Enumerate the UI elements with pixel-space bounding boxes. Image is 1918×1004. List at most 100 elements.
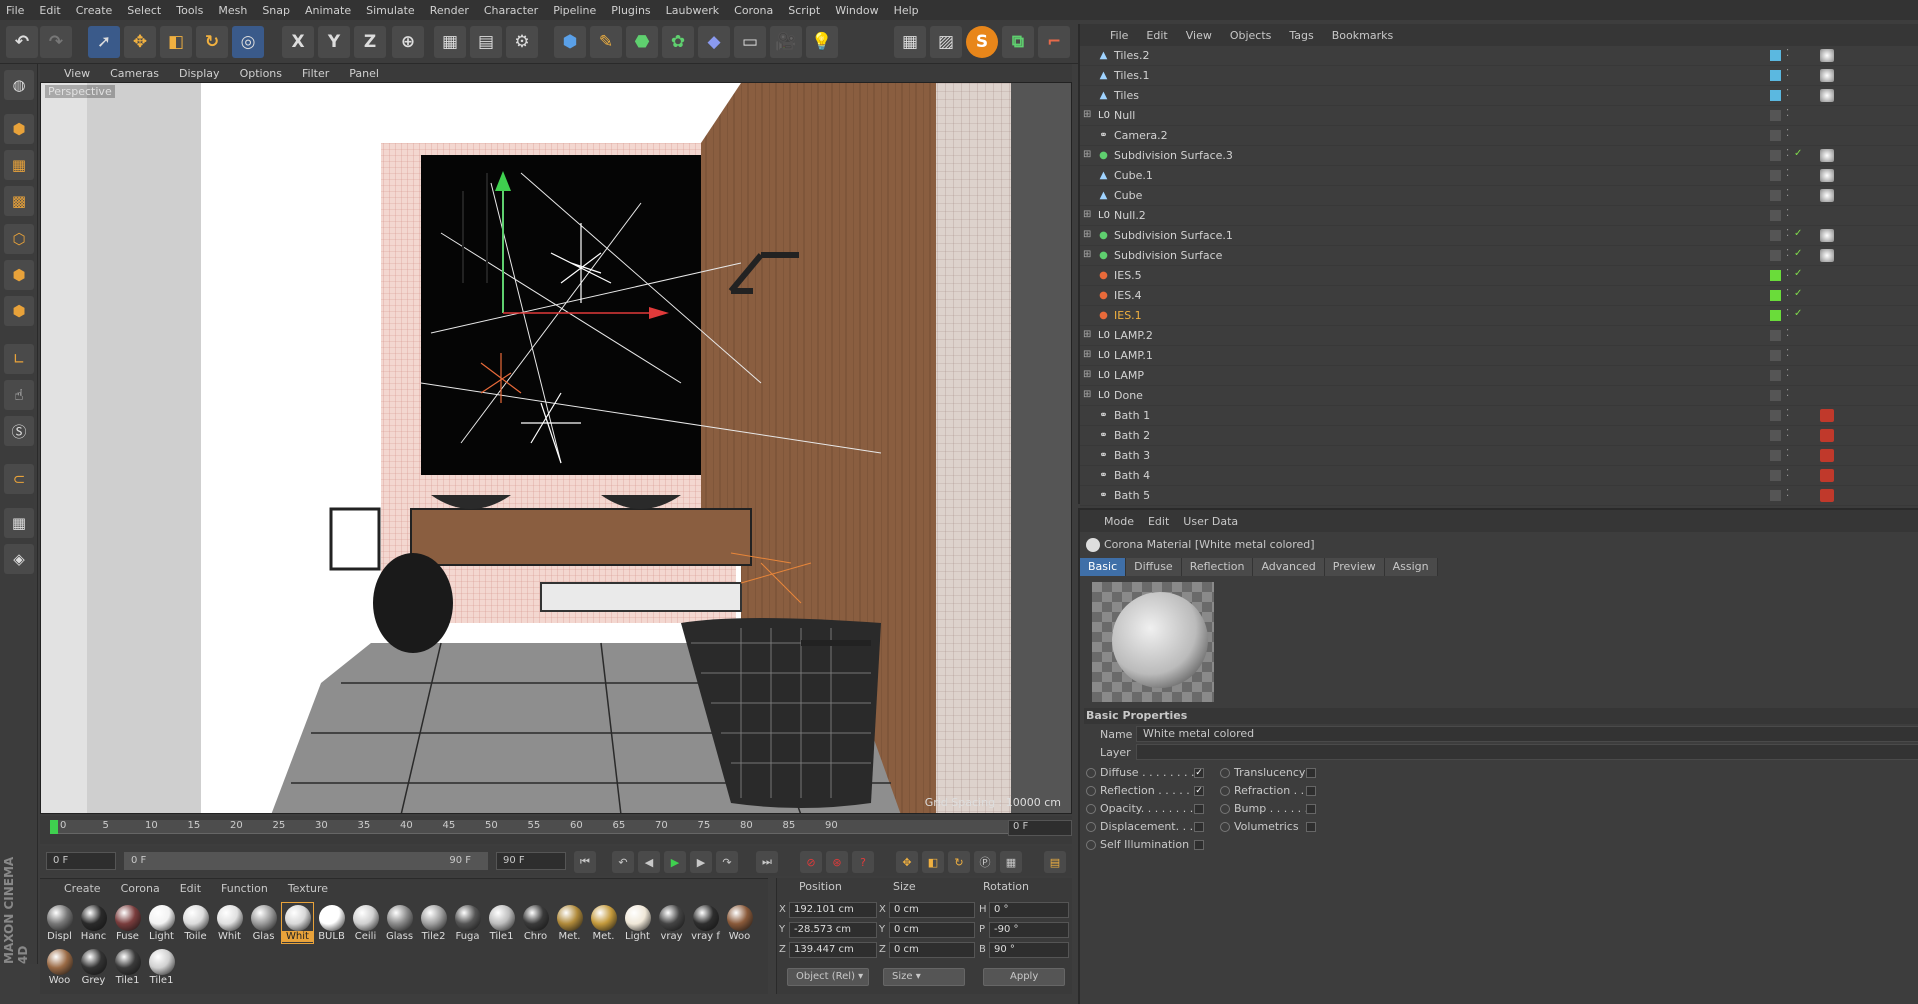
camera-tag-icon[interactable]	[1820, 449, 1834, 462]
enabled-check-icon[interactable]: ✓	[1794, 148, 1802, 159]
object-row[interactable]: ▲ Cube ⁚	[1080, 186, 1918, 206]
tab-diffuse[interactable]: Diffuse	[1126, 558, 1182, 576]
visibility-dots-icon[interactable]: ⁚	[1786, 368, 1789, 379]
channel-checkbox[interactable]	[1194, 822, 1204, 832]
snap-grid-icon[interactable]: ▦	[894, 26, 926, 58]
enabled-check-icon[interactable]: ✓	[1794, 248, 1802, 259]
render-settings-icon[interactable]: ⚙	[506, 26, 538, 58]
scale-tool-icon[interactable]: ◧	[160, 26, 192, 58]
channel-radio[interactable]	[1220, 786, 1230, 796]
material-menu-edit[interactable]: Edit	[180, 882, 201, 895]
layer-color-swatch[interactable]	[1770, 90, 1781, 101]
channel-checkbox[interactable]	[1306, 804, 1316, 814]
make-editable-icon[interactable]: ◍	[4, 70, 34, 100]
material-tag-icon[interactable]	[1820, 169, 1834, 182]
material-menu-corona[interactable]: Corona	[121, 882, 160, 895]
object-row[interactable]: ⊞ L0 LAMP.1 ⁚	[1080, 346, 1918, 366]
material-tag-icon[interactable]	[1820, 189, 1834, 202]
viewport-3d[interactable]: Perspective Grid Spacing : 10000 cm	[40, 82, 1072, 814]
object-row[interactable]: ● IES.4 ⁚ ✓	[1080, 286, 1918, 306]
enabled-check-icon[interactable]: ✓	[1794, 288, 1802, 299]
coordinate-mode-dropdown[interactable]: Object (Rel) ▾	[787, 968, 869, 986]
material-swatch[interactable]: vray f	[690, 903, 721, 943]
keyframe-selection-icon[interactable]: ?	[852, 851, 874, 873]
object-menu-objects[interactable]: Objects	[1230, 29, 1272, 42]
expand-icon[interactable]: ⊞	[1083, 229, 1091, 240]
material-tag-icon[interactable]	[1820, 69, 1834, 82]
layer-color-swatch[interactable]	[1770, 350, 1781, 361]
magnet-icon[interactable]: ⊂	[4, 464, 34, 494]
visibility-dots-icon[interactable]: ⁚	[1786, 188, 1789, 199]
object-row[interactable]: ⊞ ● Subdivision Surface.1 ⁚ ✓	[1080, 226, 1918, 246]
material-menu-texture[interactable]: Texture	[288, 882, 328, 895]
menu-snap[interactable]: Snap	[262, 4, 290, 17]
camera-icon[interactable]: 🎥	[770, 26, 802, 58]
key-rotation-icon[interactable]: ↻	[948, 851, 970, 873]
render-view-icon[interactable]: ▦	[434, 26, 466, 58]
workplane-icon[interactable]: ▨	[930, 26, 962, 58]
position-field[interactable]: -28.573 cm	[789, 922, 877, 938]
visibility-dots-icon[interactable]: ⁚	[1786, 408, 1789, 419]
layer-color-swatch[interactable]	[1770, 150, 1781, 161]
rotation-field[interactable]: 90 °	[989, 942, 1069, 958]
key-parameter-icon[interactable]: Ⓟ	[974, 851, 996, 873]
cube-primitive-icon[interactable]: ⬢	[554, 26, 586, 58]
object-row[interactable]: ⊞ L0 LAMP ⁚	[1080, 366, 1918, 386]
end-frame-field[interactable]: 90 F	[496, 852, 566, 870]
material-swatch[interactable]: Woo	[724, 903, 755, 943]
layer-color-swatch[interactable]	[1770, 250, 1781, 261]
layer-color-swatch[interactable]	[1770, 110, 1781, 121]
enabled-check-icon[interactable]: ✓	[1794, 308, 1802, 319]
visibility-dots-icon[interactable]: ⁚	[1786, 288, 1789, 299]
autokey-icon[interactable]: ⊛	[826, 851, 848, 873]
material-tag-icon[interactable]	[1820, 49, 1834, 62]
layer-color-swatch[interactable]	[1770, 310, 1781, 321]
layer-color-swatch[interactable]	[1770, 190, 1781, 201]
visibility-dots-icon[interactable]: ⁚	[1786, 308, 1789, 319]
position-field[interactable]: 192.101 cm	[789, 902, 877, 918]
timeline-window-icon[interactable]: ▤	[1044, 851, 1066, 873]
next-key-icon[interactable]: ↷	[716, 851, 738, 873]
material-swatch[interactable]: Tile1	[112, 947, 143, 987]
camera-tag-icon[interactable]	[1820, 489, 1834, 502]
viewport-menu-options[interactable]: Options	[240, 67, 282, 80]
texture-mode-icon[interactable]: ▦	[4, 150, 34, 180]
menu-simulate[interactable]: Simulate	[366, 4, 415, 17]
coordinate-system-icon[interactable]: ⊕	[392, 26, 424, 58]
visibility-dots-icon[interactable]: ⁚	[1786, 488, 1789, 499]
light-icon[interactable]: 💡	[806, 26, 838, 58]
object-menu-view[interactable]: View	[1186, 29, 1212, 42]
viewport-menu-display[interactable]: Display	[179, 67, 220, 80]
visibility-dots-icon[interactable]: ⁚	[1786, 428, 1789, 439]
material-tag-icon[interactable]	[1820, 249, 1834, 262]
channel-checkbox[interactable]	[1194, 840, 1204, 850]
visibility-dots-icon[interactable]: ⁚	[1786, 348, 1789, 359]
visibility-dots-icon[interactable]: ⁚	[1786, 228, 1789, 239]
material-swatch[interactable]: Light	[146, 903, 177, 943]
visibility-dots-icon[interactable]: ⁚	[1786, 108, 1789, 119]
visibility-dots-icon[interactable]: ⁚	[1786, 128, 1789, 139]
tweak-mode-icon[interactable]: ☝	[4, 380, 34, 410]
material-swatch[interactable]: Met.	[588, 903, 619, 943]
key-pla-icon[interactable]: ▦	[1000, 851, 1022, 873]
visibility-dots-icon[interactable]: ⁚	[1786, 208, 1789, 219]
layer-color-swatch[interactable]	[1770, 450, 1781, 461]
render-picture-viewer-icon[interactable]: ▤	[470, 26, 502, 58]
start-frame-field[interactable]: 0 F	[46, 852, 116, 870]
camera-tag-icon[interactable]	[1820, 429, 1834, 442]
material-swatch[interactable]: Light	[622, 903, 653, 943]
timeline[interactable]: 0 5 10 15 20 25 30 35 40 45 50 55 60 65 70 75 80 85 90 0 F	[40, 816, 1072, 844]
material-swatch[interactable]: Fuga	[452, 903, 483, 943]
rotation-field[interactable]: -90 °	[989, 922, 1069, 938]
axis-mode-icon[interactable]: ∟	[4, 344, 34, 374]
goto-end-icon[interactable]: ⏭	[756, 851, 778, 873]
size-mode-dropdown[interactable]: Size ▾	[883, 968, 965, 986]
viewport-menu-panel[interactable]: Panel	[349, 67, 379, 80]
live-select-icon[interactable]: ◎	[232, 26, 264, 58]
select-tool-icon[interactable]: ➚	[88, 26, 120, 58]
rotation-field[interactable]: 0 °	[989, 902, 1069, 918]
menu-help[interactable]: Help	[894, 4, 919, 17]
redo-icon[interactable]: ↷	[40, 26, 72, 58]
z-axis-lock-button[interactable]: Z	[354, 26, 386, 58]
object-row[interactable]: ▲ Tiles.2 ⁚	[1080, 46, 1918, 66]
